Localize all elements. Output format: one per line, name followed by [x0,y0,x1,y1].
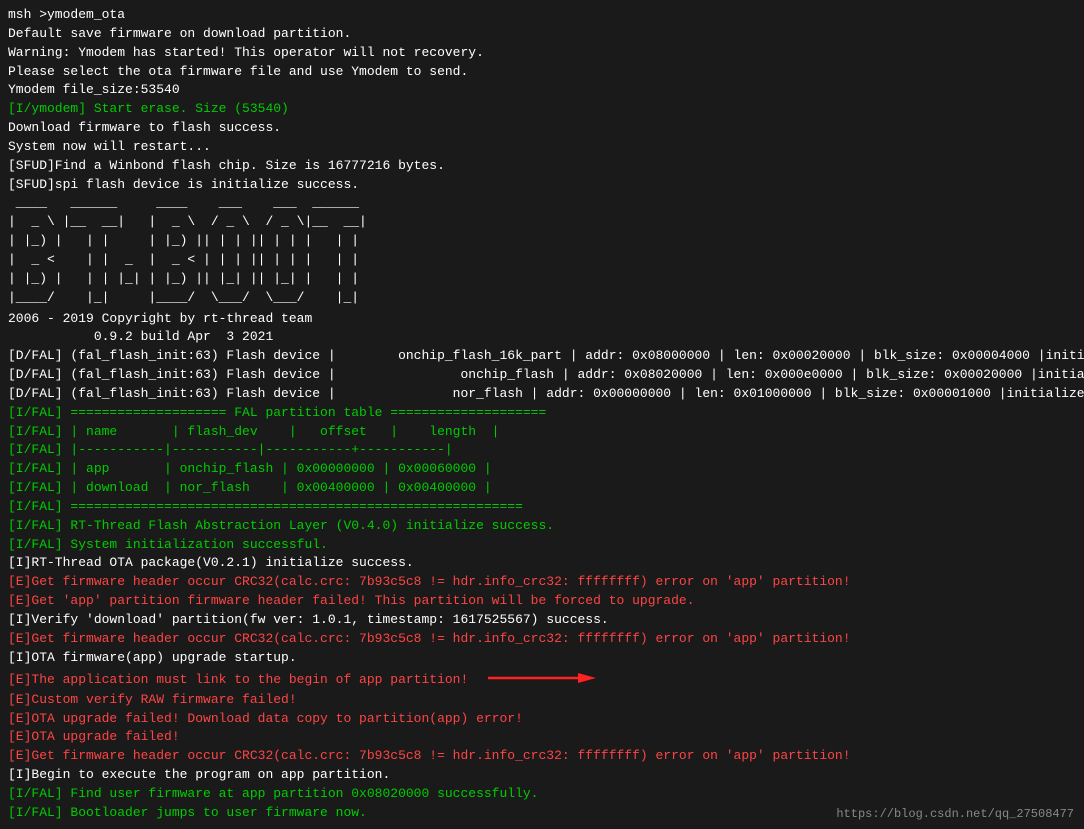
terminal-line: [I/FAL] ==================== FAL partiti… [8,404,1076,423]
terminal-line: [I/FAL] Find user firmware at app partit… [8,785,1076,804]
terminal-line: Warning: Ymodem has started! This operat… [8,44,1076,63]
terminal-line: 2006 - 2019 Copyright by rt-thread team [8,310,1076,329]
terminal-line: [I]Verify 'download' partition(fw ver: 1… [8,611,1076,630]
terminal-line: [E]Get firmware header occur CRC32(calc.… [8,747,1076,766]
terminal-line: [D/FAL] (fal_flash_init:63) Flash device… [8,385,1076,404]
terminal-line: [E]The application must link to the begi… [8,668,1076,691]
red-arrow-icon [478,670,598,688]
terminal-line: Default save firmware on download partit… [8,25,1076,44]
terminal-line: [D/FAL] (fal_flash_init:63) Flash device… [8,347,1076,366]
terminal-line: [I/FAL] | download | nor_flash | 0x00400… [8,479,1076,498]
terminal-line: Please select the ota firmware file and … [8,63,1076,82]
terminal-line: [I/FAL] |-----------|-----------|-------… [8,441,1076,460]
terminal-line: [I]RT-Thread OTA package(V0.2.1) initial… [8,554,1076,573]
terminal-line: [D/FAL] (fal_flash_init:63) Flash device… [8,366,1076,385]
terminal-window: msh >ymodem_otaDefault save firmware on … [0,0,1084,829]
terminal-line: [E]Get firmware header occur CRC32(calc.… [8,630,1076,649]
watermark: https://blog.csdn.net/qq_27508477 [836,807,1074,821]
terminal-line: [I/FAL] | app | onchip_flash | 0x0000000… [8,460,1076,479]
terminal-line: [E]OTA upgrade failed! [8,728,1076,747]
terminal-line: 0.9.2 build Apr 3 2021 [8,328,1076,347]
terminal-line: [E]OTA upgrade failed! Download data cop… [8,710,1076,729]
terminal-line: [E]Custom verify RAW firmware failed! [8,691,1076,710]
terminal-line: msh >ymodem_ota [8,6,1076,25]
terminal-line: [SFUD]spi flash device is initialize suc… [8,176,1076,195]
rt-boot-ascii-art: ____ ______ ____ ___ ___ ______ | _ \ |_… [8,194,1076,307]
terminal-line: Ymodem file_size:53540 [8,81,1076,100]
terminal-line: [I/FAL] | name | flash_dev | offset | le… [8,423,1076,442]
terminal-line: [I]OTA firmware(app) upgrade startup. [8,649,1076,668]
terminal-line: [SFUD]Find a Winbond flash chip. Size is… [8,157,1076,176]
terminal-line: [I/FAL] ================================… [8,498,1076,517]
terminal-line: [E]Get firmware header occur CRC32(calc.… [8,573,1076,592]
terminal-line: [I]Begin to execute the program on app p… [8,766,1076,785]
terminal-line: [I/ymodem] Start erase. Size (53540) [8,100,1076,119]
terminal-line: [I/FAL] System initialization successful… [8,536,1076,555]
terminal-line: Download firmware to flash success. [8,119,1076,138]
terminal-line: [E]Get 'app' partition firmware header f… [8,592,1076,611]
terminal-line: [I/FAL] RT-Thread Flash Abstraction Laye… [8,517,1076,536]
terminal-line: System now will restart... [8,138,1076,157]
